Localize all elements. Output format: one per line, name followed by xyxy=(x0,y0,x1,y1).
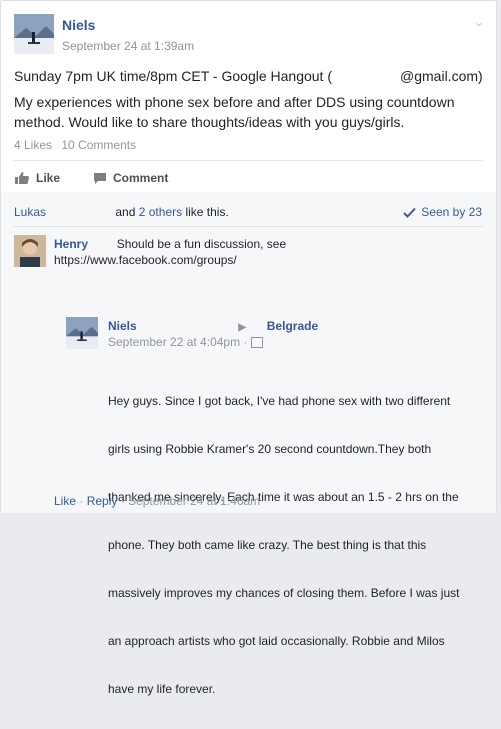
post-line-3: method. Would like to share thoughts/ide… xyxy=(14,114,405,130)
seen-by[interactable]: Seen by 23 xyxy=(403,205,482,219)
comment-icon xyxy=(94,172,106,184)
redacted-name xyxy=(46,205,113,220)
chevron-down-icon[interactable]: ⌄ xyxy=(474,15,484,29)
reply-line: have my life forever. xyxy=(108,682,216,696)
avatar-image xyxy=(14,14,54,54)
reply-line: massively improves my chances of closing… xyxy=(108,586,460,600)
likes-suffix: like this. xyxy=(185,205,229,219)
post-counts: 4 Likes 10 Comments xyxy=(14,138,142,152)
comment-timestamp[interactable]: September 24 at 1:46am xyxy=(128,494,260,508)
checkmark-icon xyxy=(403,207,417,218)
likes-count[interactable]: 4 Likes xyxy=(14,138,52,152)
comment-reply-link[interactable]: Reply xyxy=(87,494,118,508)
reply-timestamp[interactable]: September 22 at 4:04pm xyxy=(108,335,240,349)
reply-header: Niels ▶ Belgrade xyxy=(108,319,318,334)
redacted-text xyxy=(249,319,264,334)
comment-label: Comment xyxy=(113,171,169,185)
dot-separator: · xyxy=(120,494,125,508)
like-button[interactable]: Like xyxy=(14,171,60,185)
post-card: Niels September 24 at 1:39am ⌄ Sunday 7p… xyxy=(0,0,497,696)
reply-line: Hey guys. Since I got back, I've had pho… xyxy=(108,394,451,408)
reply-line: phone. They both came like crazy. The be… xyxy=(108,538,427,552)
reply-line: an approach artists who got laid occasio… xyxy=(108,634,445,648)
arrow-right-icon: ▶ xyxy=(238,322,247,333)
comment-body: Henry Should be a fun discussion, see xyxy=(54,237,286,252)
redacted-email xyxy=(332,70,401,85)
comment-actions: Like · Reply · September 24 at 1:46am xyxy=(54,494,260,508)
liker-name[interactable]: Lukas xyxy=(14,205,46,219)
comment-link[interactable]: https://www.facebook.com/groups/ xyxy=(54,253,237,267)
post-timestamp[interactable]: September 24 at 1:39am xyxy=(62,39,194,53)
redacted-name xyxy=(91,237,114,252)
author-avatar[interactable] xyxy=(14,14,54,54)
comment-button[interactable]: Comment xyxy=(93,171,168,185)
post-line-2: My experiences with phone sex before and… xyxy=(14,94,455,110)
dot-separator: · xyxy=(243,335,248,349)
reply-location[interactable]: Belgrade xyxy=(267,319,318,333)
post-line-1-suffix: @gmail.com) xyxy=(400,68,483,84)
comments-count[interactable]: 10 Comments xyxy=(61,138,136,152)
divider xyxy=(14,160,483,161)
likes-others-link[interactable]: 2 others xyxy=(139,205,182,219)
dot-separator: · xyxy=(79,494,84,508)
likes-summary: Lukas and 2 others like this. xyxy=(14,205,229,220)
audience-icon[interactable] xyxy=(250,337,263,349)
reply-avatar[interactable] xyxy=(66,317,98,349)
comment-text: Should be a fun discussion, see xyxy=(116,237,287,251)
commenter-avatar[interactable] xyxy=(14,235,46,267)
reply-body: Hey guys. Since I got back, I've had pho… xyxy=(108,361,459,729)
reply-line: girls using Robbie Kramer's 20 second co… xyxy=(108,442,432,456)
divider xyxy=(14,226,483,227)
avatar-image xyxy=(66,317,98,349)
redacted-name xyxy=(140,319,236,334)
post-author[interactable]: Niels xyxy=(62,17,95,33)
comment-like-link[interactable]: Like xyxy=(54,494,76,508)
likes-and: and xyxy=(115,205,136,219)
seen-by-label: Seen by 23 xyxy=(421,205,482,219)
thumbs-up-icon xyxy=(15,172,29,184)
comment-author[interactable]: Henry xyxy=(54,237,88,251)
post-line-1-prefix: Sunday 7pm UK time/8pm CET - Google Hang… xyxy=(14,68,333,84)
reply-meta: September 22 at 4:04pm · xyxy=(108,335,263,349)
avatar-image xyxy=(14,235,46,267)
like-label: Like xyxy=(36,171,61,185)
post-line-1: Sunday 7pm UK time/8pm CET - Google Hang… xyxy=(14,66,483,86)
reply-author[interactable]: Niels xyxy=(108,319,137,333)
